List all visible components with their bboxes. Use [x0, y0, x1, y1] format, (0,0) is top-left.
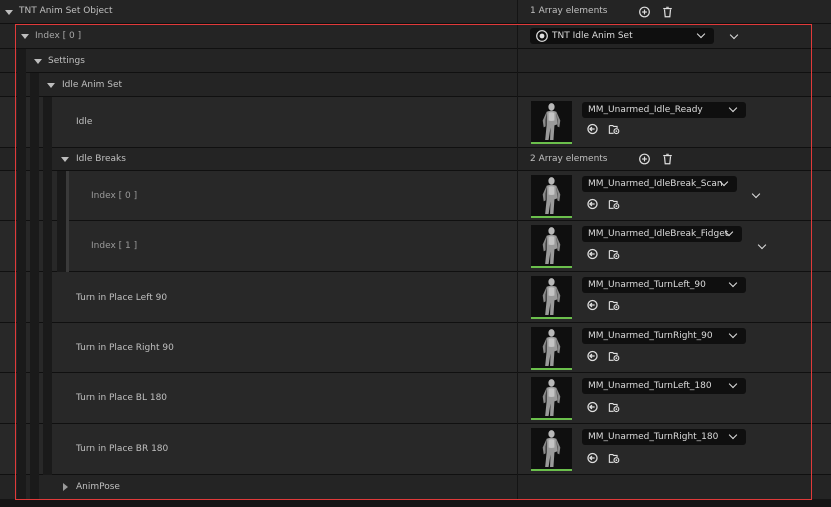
use-selected-icon[interactable]	[586, 452, 599, 464]
class-value: TNT Idle Anim Set	[552, 31, 633, 41]
mannequin-thumbnail	[531, 428, 572, 469]
asset-value: MM_Unarmed_TurnLeft_180	[588, 381, 712, 391]
delete-all-icon[interactable]	[661, 6, 674, 18]
idle-breaks-row: Idle Breaks 2 Array elements	[0, 148, 831, 171]
mannequin-thumbnail	[531, 276, 572, 317]
turn-in-place-row: Turn in Place Right 90 MM_Unarmed_TurnRi…	[0, 323, 831, 373]
idle-anim-set-label: Idle Anim Set	[62, 80, 123, 90]
anim-pose-label: AnimPose	[76, 482, 120, 492]
chevron-down-icon	[728, 379, 738, 389]
anim-pose-row: AnimPose	[0, 475, 831, 499]
browse-asset-icon[interactable]	[608, 401, 621, 413]
use-selected-icon[interactable]	[586, 350, 599, 362]
mannequin-thumbnail	[531, 327, 572, 368]
use-selected-icon[interactable]	[586, 299, 599, 311]
root-row: TNT Anim Set Object 1 Array elements	[0, 0, 831, 24]
asset-value: MM_Unarmed_Idle_Ready	[588, 105, 703, 115]
idle-break-item-row: Index [ 0 ] MM_Unarmed_IdleBreak_Scan	[0, 171, 831, 221]
column-divider[interactable]	[517, 0, 518, 499]
asset-picker-combo[interactable]: MM_Unarmed_Idle_Ready	[582, 102, 746, 118]
idle-anim-set-row: Idle Anim Set	[0, 73, 831, 97]
blueprint-class-icon	[536, 30, 548, 42]
asset-value: MM_Unarmed_TurnRight_180	[588, 432, 719, 442]
browse-asset-icon[interactable]	[608, 299, 621, 311]
chevron-down-icon	[728, 103, 738, 113]
turn-in-place-row: Turn in Place BR 180 MM_Unarmed_TurnRigh…	[0, 424, 831, 475]
expand-arrow-icon[interactable]	[5, 10, 13, 15]
browse-asset-icon[interactable]	[608, 198, 621, 210]
expand-arrow-icon[interactable]	[34, 59, 42, 64]
index-0-label: Index [ 0 ]	[35, 31, 82, 41]
expand-arrow-icon[interactable]	[47, 83, 55, 88]
idle-breaks-array-count: 2 Array elements	[530, 154, 608, 164]
browse-asset-icon[interactable]	[608, 123, 621, 135]
mannequin-thumbnail	[531, 175, 572, 216]
chevron-down-icon	[728, 329, 738, 339]
class-picker-combo[interactable]: TNT Idle Anim Set	[530, 28, 714, 44]
use-selected-icon[interactable]	[586, 123, 599, 135]
idle-break-item-row: Index [ 1 ] MM_Unarmed_IdleBreak_Fidget	[0, 221, 831, 272]
turn-in-place-row: Turn in Place Left 90 MM_Unarmed_TurnLef…	[0, 272, 831, 323]
idle-label: Idle	[76, 117, 93, 127]
asset-value: MM_Unarmed_TurnRight_90	[588, 331, 713, 341]
root-array-count: 1 Array elements	[530, 6, 608, 16]
collapsed-arrow-icon[interactable]	[63, 483, 68, 491]
mannequin-thumbnail	[531, 377, 572, 418]
chevron-down-icon	[696, 29, 706, 39]
delete-all-icon[interactable]	[661, 153, 674, 165]
expand-arrow-icon[interactable]	[61, 157, 69, 162]
use-selected-icon[interactable]	[586, 401, 599, 413]
turn-in-place-label: Turn in Place Right 90	[76, 343, 174, 353]
chevron-down-icon[interactable]	[729, 30, 739, 40]
asset-picker-combo[interactable]: MM_Unarmed_TurnRight_90	[582, 328, 746, 344]
idle-break-index-label: Index [ 1 ]	[91, 241, 138, 251]
chevron-down-icon[interactable]	[757, 240, 767, 250]
browse-asset-icon[interactable]	[608, 248, 621, 260]
asset-picker-combo[interactable]: MM_Unarmed_IdleBreak_Fidget	[582, 226, 742, 242]
mannequin-thumbnail	[531, 101, 572, 142]
idle-break-index-label: Index [ 0 ]	[91, 191, 138, 201]
turn-in-place-row: Turn in Place BL 180 MM_Unarmed_TurnLeft…	[0, 373, 831, 424]
asset-thumbnail[interactable]	[531, 327, 572, 370]
asset-thumbnail[interactable]	[531, 428, 572, 471]
asset-value: MM_Unarmed_IdleBreak_Fidget	[588, 229, 729, 239]
asset-thumbnail[interactable]	[531, 175, 572, 218]
asset-picker-combo[interactable]: MM_Unarmed_TurnLeft_90	[582, 277, 746, 293]
idle-row: Idle MM_Unarmed_Idle_Ready	[0, 97, 831, 148]
mannequin-thumbnail	[531, 225, 572, 266]
asset-picker-combo[interactable]: MM_Unarmed_TurnLeft_180	[582, 378, 746, 394]
chevron-down-icon	[728, 430, 738, 440]
asset-picker-combo[interactable]: MM_Unarmed_TurnRight_180	[582, 429, 746, 445]
index-0-row: Index [ 0 ] TNT Idle Anim Set	[0, 24, 831, 49]
asset-thumbnail[interactable]	[531, 101, 572, 144]
turn-in-place-label: Turn in Place BL 180	[76, 393, 168, 403]
asset-thumbnail[interactable]	[531, 276, 572, 319]
use-selected-icon[interactable]	[586, 198, 599, 210]
add-element-icon[interactable]	[638, 6, 651, 18]
asset-thumbnail[interactable]	[531, 225, 572, 268]
use-selected-icon[interactable]	[586, 248, 599, 260]
turn-in-place-label: Turn in Place BR 180	[76, 444, 169, 454]
chevron-down-icon	[728, 278, 738, 288]
browse-asset-icon[interactable]	[608, 350, 621, 362]
idle-breaks-label: Idle Breaks	[76, 154, 126, 164]
asset-thumbnail[interactable]	[531, 377, 572, 420]
browse-asset-icon[interactable]	[608, 452, 621, 464]
turn-in-place-label: Turn in Place Left 90	[76, 293, 168, 303]
expand-arrow-icon[interactable]	[21, 34, 29, 39]
root-label: TNT Anim Set Object	[19, 6, 113, 16]
add-element-icon[interactable]	[638, 153, 651, 165]
settings-label: Settings	[48, 56, 85, 66]
asset-value: MM_Unarmed_IdleBreak_Scan	[588, 179, 723, 189]
asset-value: MM_Unarmed_TurnLeft_90	[588, 280, 706, 290]
asset-picker-combo[interactable]: MM_Unarmed_IdleBreak_Scan	[582, 176, 737, 192]
settings-row: Settings	[0, 49, 831, 73]
chevron-down-icon[interactable]	[751, 189, 761, 199]
